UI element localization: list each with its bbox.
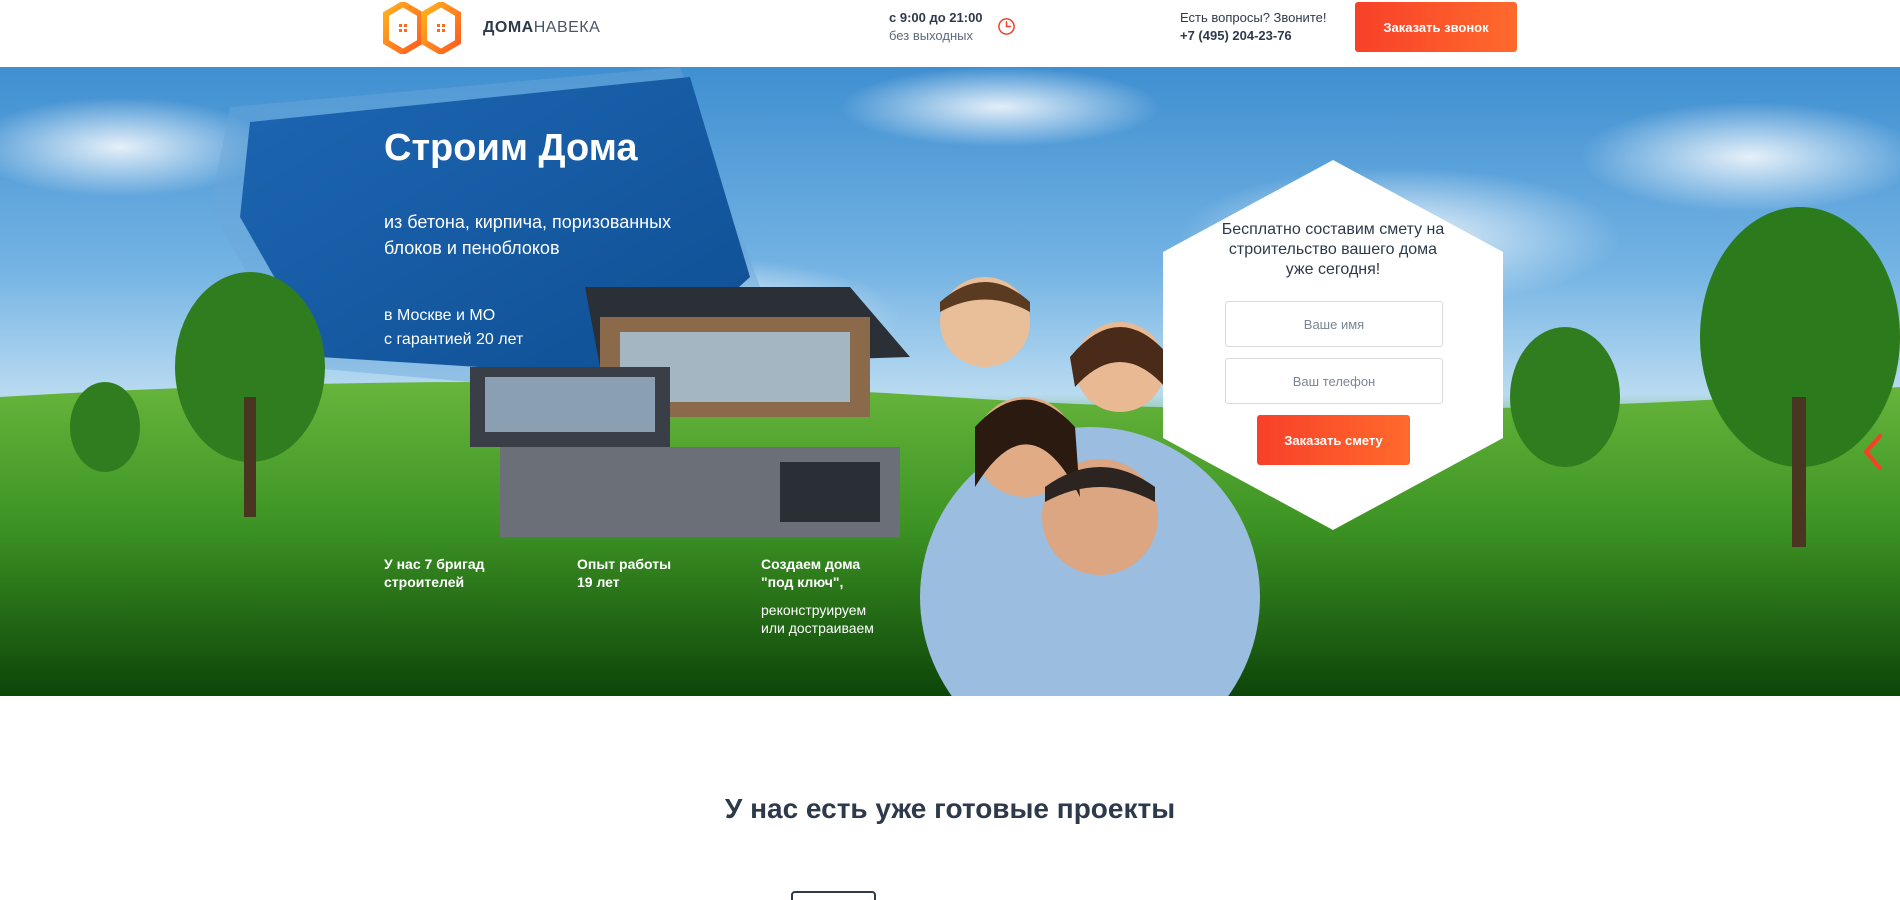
phone-input[interactable] <box>1225 358 1443 404</box>
fact-turnkey-line1: Создаем дома <box>761 556 861 572</box>
contact-info: Есть вопросы? Звоните! +7 (495) 204-23-7… <box>1180 9 1326 45</box>
hero-region: в Москве и МО с гарантией 20 лет <box>384 304 644 352</box>
logo-text: ДОМАНАВЕКА <box>483 19 600 37</box>
fact-turnkey-line4: или достраиваем <box>761 620 874 636</box>
working-hours-time: с 9:00 до 21:00 <box>889 10 983 25</box>
order-estimate-button[interactable]: Заказать смету <box>1257 415 1410 465</box>
fact-turnkey-line2: "под ключ", <box>761 574 844 590</box>
logo[interactable]: ДОМАНАВЕКА <box>383 0 613 55</box>
hero-subtitle: из бетона, кирпича, поризованных блоков … <box>384 212 672 258</box>
site-header: ДОМАНАВЕКА с 9:00 до 21:00 без выходных … <box>0 0 1900 67</box>
fact-turnkey: Создаем дома "под ключ", <box>761 555 941 591</box>
fact-experience-line1: Опыт работы <box>577 556 672 572</box>
contact-question: Есть вопросы? Звоните! <box>1180 10 1327 25</box>
fact-experience: Опыт работы 19 лет <box>577 555 757 591</box>
hero-section: Строим Дома из бетона, кирпича, поризова… <box>0 67 1900 696</box>
fact-turnkey-line3: реконструируем <box>761 602 867 618</box>
order-call-button[interactable]: Заказать звонок <box>1355 2 1517 52</box>
fact-brigades-line2: строителей <box>384 574 465 590</box>
working-hours: с 9:00 до 21:00 без выходных <box>889 9 983 45</box>
logo-text-rest: НАВЕКА <box>533 18 601 36</box>
logo-text-bold: ДОМА <box>483 18 534 36</box>
hero-region-line2: с гарантией 20 лет <box>384 331 524 348</box>
chevron-right-icon[interactable] <box>1862 432 1884 472</box>
hero-background <box>0 67 1900 696</box>
fact-experience-line2: 19 лет <box>577 574 620 590</box>
contact-phone[interactable]: +7 (495) 204-23-76 <box>1180 27 1326 45</box>
clock-icon <box>998 18 1015 35</box>
fact-brigades-line1: У нас 7 бригад <box>384 556 485 572</box>
projects-tab[interactable] <box>791 891 876 900</box>
fact-turnkey-extra: реконструируем или достраиваем <box>761 601 941 637</box>
logo-houses-icon <box>383 1 461 54</box>
hero-region-line1: в Москве и МО <box>384 307 496 324</box>
fact-brigades: У нас 7 бригад строителей <box>384 555 564 591</box>
hero-title: Строим Дома <box>384 127 638 169</box>
estimate-form-title: Бесплатно составим смету на строительств… <box>1221 221 1445 278</box>
name-input[interactable] <box>1225 301 1443 347</box>
working-hours-days: без выходных <box>889 28 973 43</box>
projects-section-title: У нас есть уже готовые проекты <box>724 793 1176 824</box>
